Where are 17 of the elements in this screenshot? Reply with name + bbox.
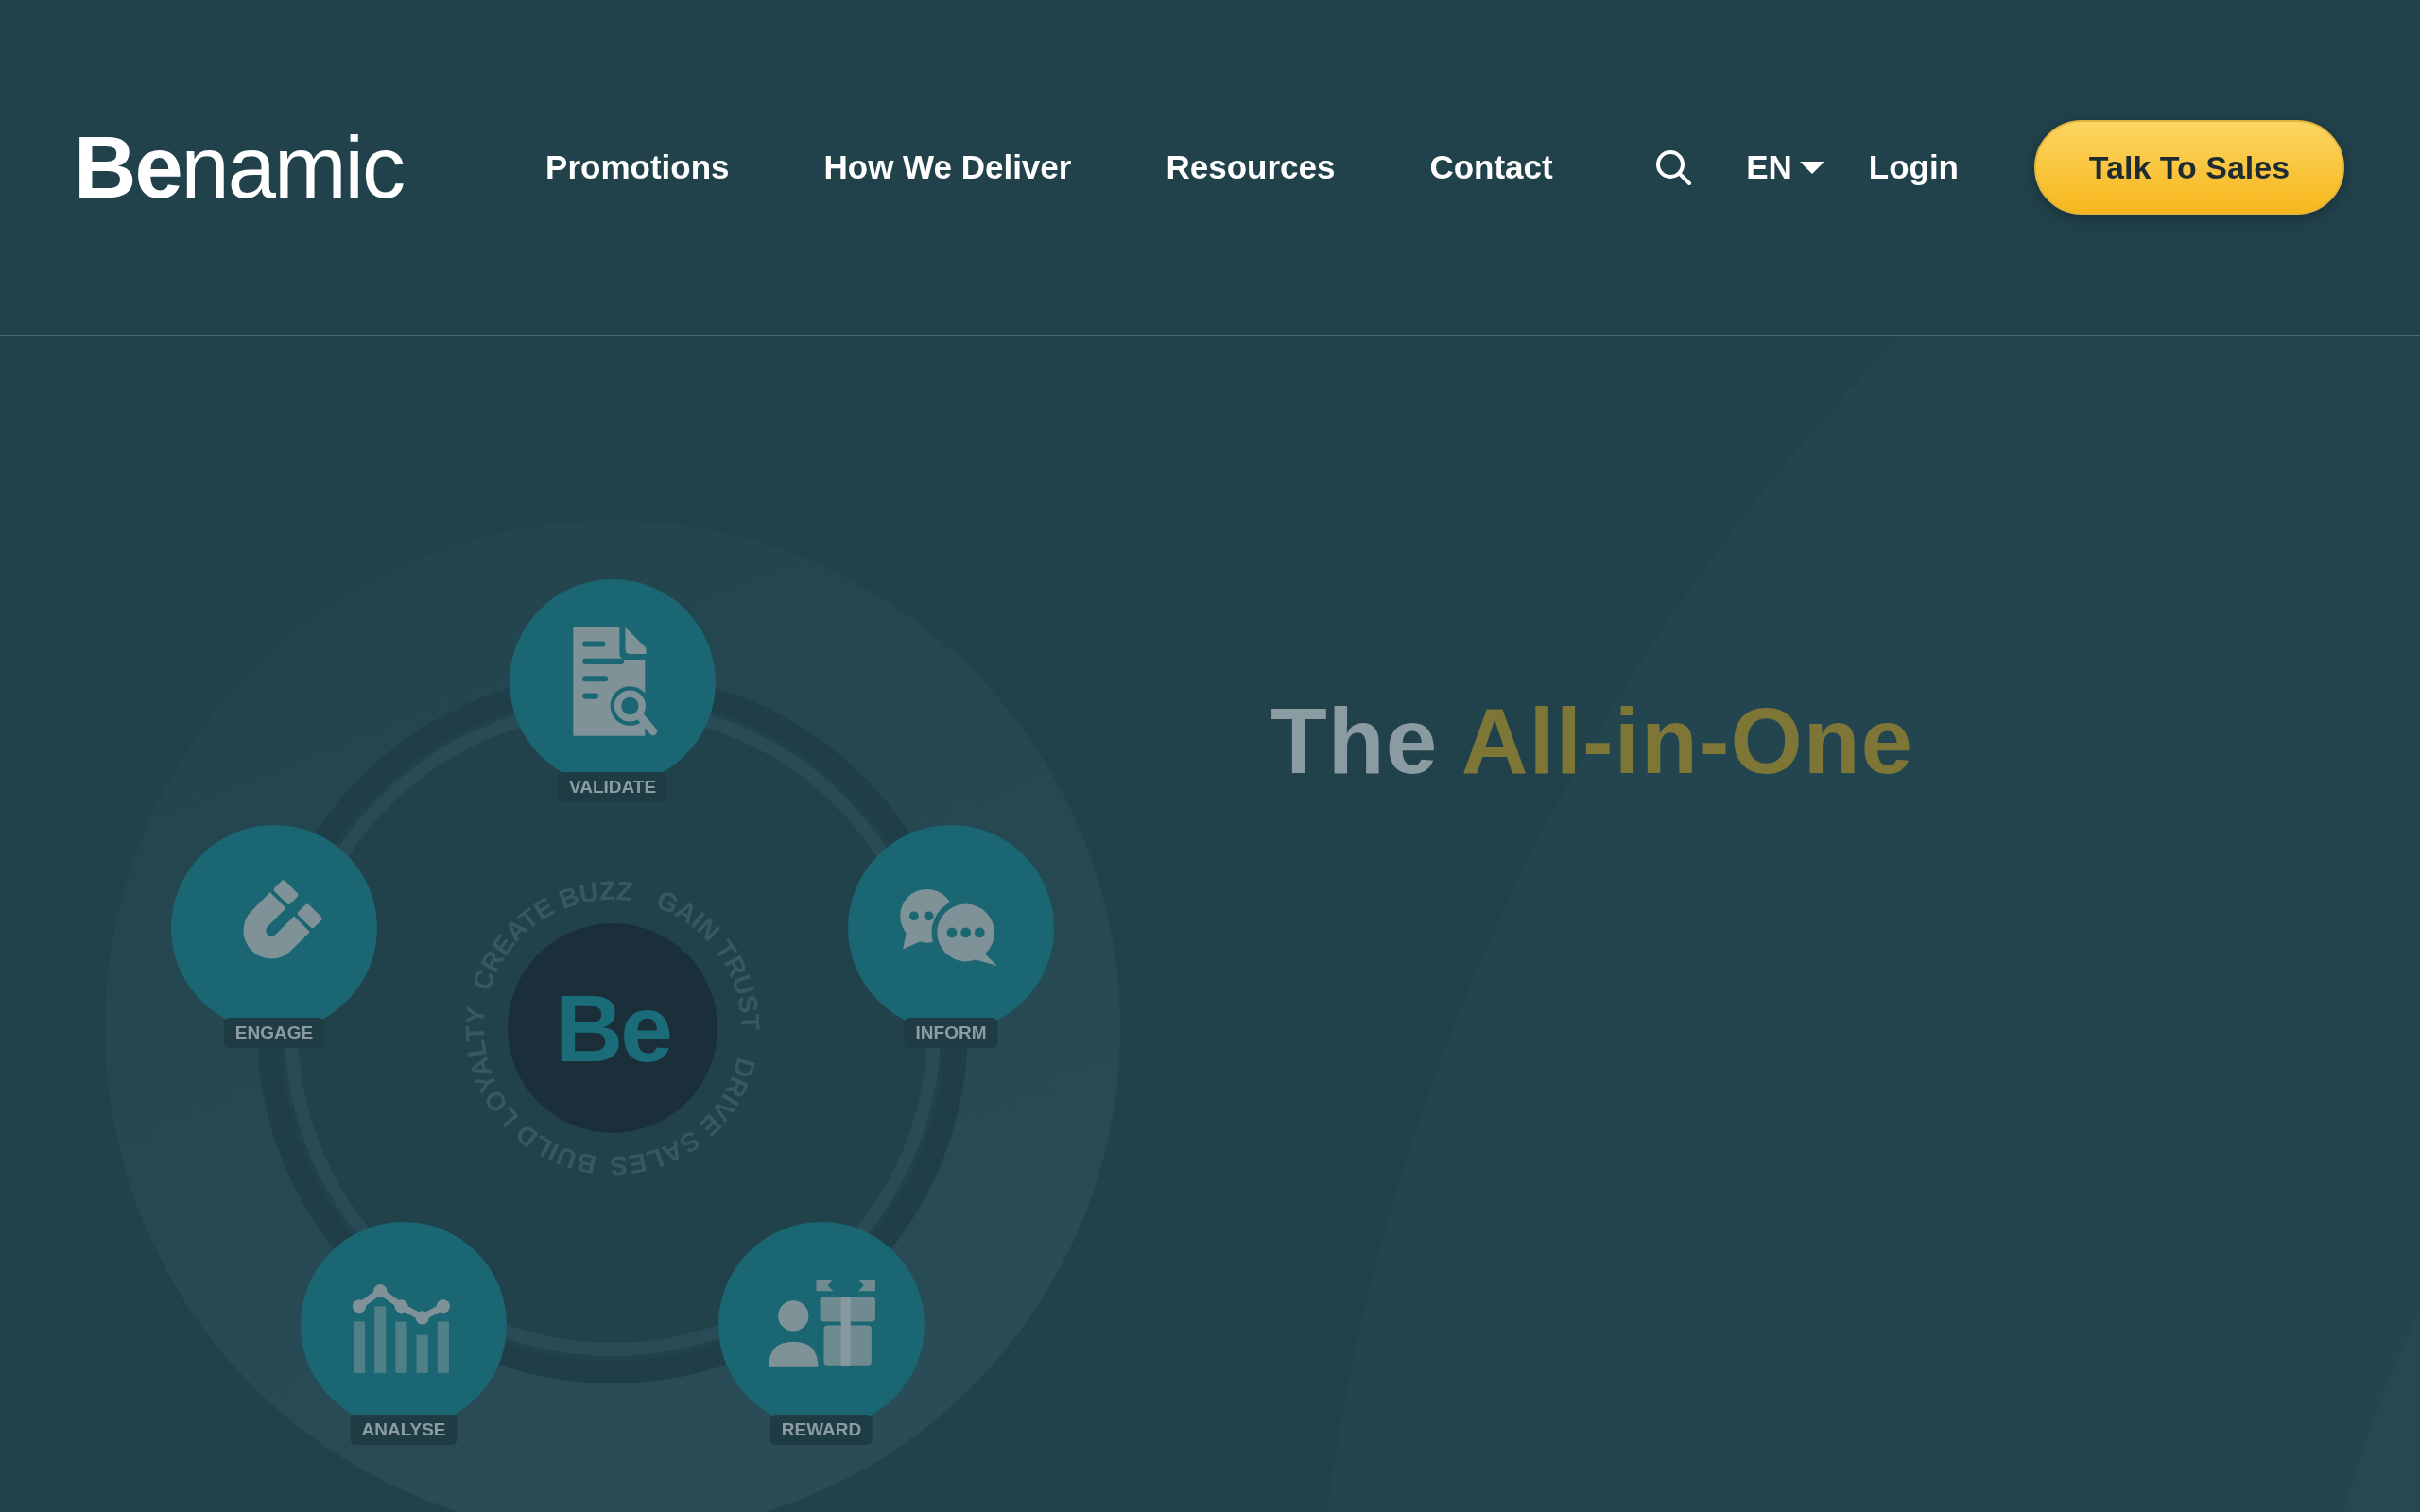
- node-label: VALIDATE: [557, 772, 668, 802]
- nav-link[interactable]: Contact: [1429, 147, 1553, 187]
- brand-logo[interactable]: Benamic: [74, 124, 405, 211]
- hero-heading: The All-in-One: [1270, 695, 1913, 787]
- node-label: ENGAGE: [223, 1018, 325, 1048]
- nav-link[interactable]: Resources: [1166, 147, 1336, 187]
- caret-icon: [1799, 161, 1824, 174]
- search-icon: [1654, 148, 1693, 186]
- node-label: INFORM: [904, 1018, 998, 1048]
- language-dropdown[interactable]: EN: [1746, 147, 1824, 187]
- nav-link[interactable]: How We Deliver: [823, 147, 1072, 187]
- talk-to-sales-button[interactable]: Talk To Sales: [2034, 120, 2344, 215]
- login-link[interactable]: Login: [1868, 147, 1959, 187]
- node-label: REWARD: [769, 1415, 873, 1445]
- search-button[interactable]: [1654, 148, 1693, 186]
- nav-link[interactable]: Promotions: [545, 147, 730, 187]
- node-label: ANALYSE: [350, 1415, 458, 1445]
